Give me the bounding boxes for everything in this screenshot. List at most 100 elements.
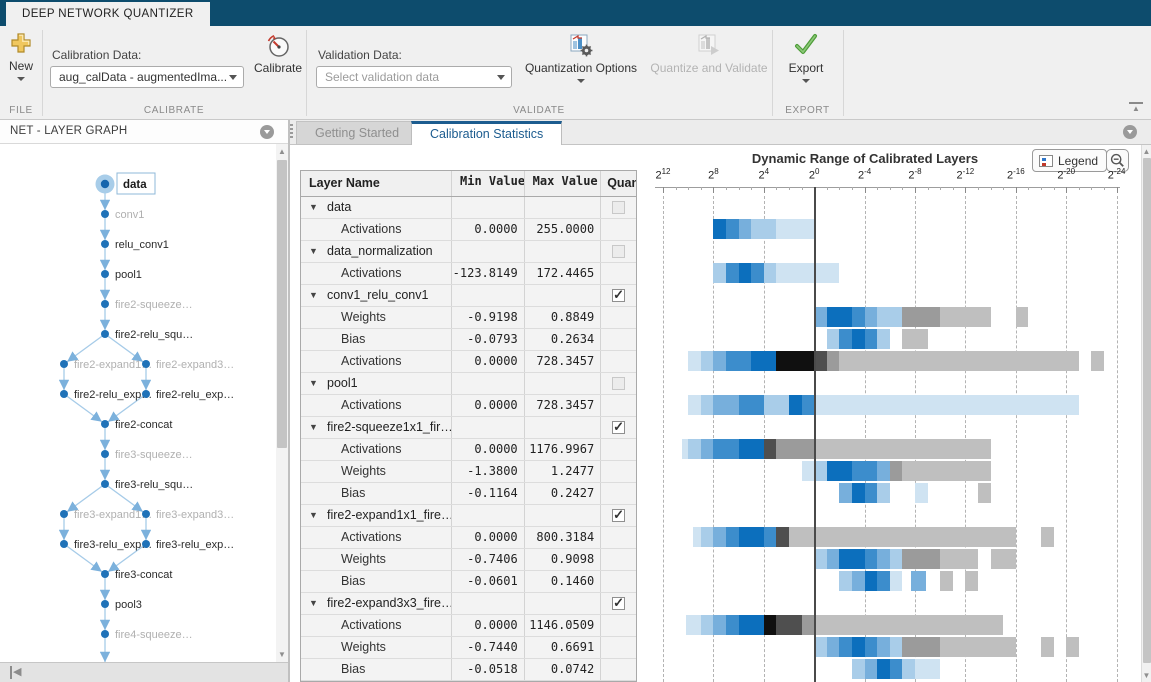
- export-dropdown-arrow-icon[interactable]: [802, 79, 810, 83]
- scroll-up-icon[interactable]: ▲: [1142, 147, 1151, 156]
- graph-node-fire3-relu-squ-[interactable]: fire3-relu_squ…: [101, 479, 193, 491]
- axis-tick: [826, 187, 828, 190]
- table-row[interactable]: Activations 0.0000 728.3457: [301, 351, 636, 373]
- scrollbar-thumb[interactable]: [277, 160, 287, 448]
- range-bar-segment: [990, 549, 1016, 569]
- range-bar-segment: [700, 395, 714, 415]
- quantize-checkbox[interactable]: [612, 595, 626, 611]
- table-row[interactable]: Activations 0.0000 255.0000: [301, 219, 636, 241]
- min-value-cell: 0.0000: [452, 439, 525, 460]
- graph-node-fire2-expand3-[interactable]: fire2-expand3…: [142, 359, 234, 371]
- row-expander-icon[interactable]: ▼: [309, 593, 327, 614]
- table-row[interactable]: ▼ pool1: [301, 373, 636, 395]
- scrollbar-thumb[interactable]: [1143, 158, 1151, 663]
- table-row[interactable]: Weights -1.3800 1.2477: [301, 461, 636, 483]
- row-expander-icon[interactable]: ▼: [309, 241, 327, 262]
- quantize-and-validate-button: Quantize and Validate: [645, 32, 773, 75]
- table-row[interactable]: Activations 0.0000 1146.0509: [301, 615, 636, 637]
- table-row[interactable]: Bias -0.0793 0.2634: [301, 329, 636, 351]
- row-expander-icon[interactable]: ▼: [309, 285, 327, 306]
- splitter-grip[interactable]: [290, 124, 293, 140]
- validation-data-combo[interactable]: Select validation data: [316, 66, 512, 88]
- graph-node-fire3-concat[interactable]: fire3-concat: [101, 569, 172, 581]
- chart-vertical-scrollbar[interactable]: ▲ ▼: [1141, 145, 1151, 682]
- table-row[interactable]: Bias -0.0601 0.1460: [301, 571, 636, 593]
- range-bar-segment: [738, 219, 752, 239]
- table-row[interactable]: ▼ data_normalization: [301, 241, 636, 263]
- table-row[interactable]: Activations 0.0000 728.3457: [301, 395, 636, 417]
- calibrate-button[interactable]: Calibrate: [250, 32, 306, 75]
- ribbon-tab-deep-network-quantizer[interactable]: DEEP NETWORK QUANTIZER: [6, 2, 210, 26]
- document-menu-icon[interactable]: [1123, 125, 1137, 139]
- calibration-data-combo[interactable]: aug_calData - augmentedIma...: [50, 66, 244, 88]
- range-bar-segment: [751, 351, 777, 371]
- column-header-min-value[interactable]: Min Value: [452, 171, 525, 196]
- network-layer-graph[interactable]: data conv1 relu_conv1 pool1 fire2-squeeze… fi…: [0, 144, 276, 662]
- graph-node-fire2-squeeze-[interactable]: fire2-squeeze…: [101, 299, 193, 311]
- layer-name-label: conv1_relu_conv1: [327, 288, 429, 302]
- new-dropdown-arrow-icon[interactable]: [17, 77, 25, 81]
- graph-node-fire3-relu-exp-[interactable]: fire3-relu_exp…: [142, 539, 234, 551]
- min-value-cell: 0.0000: [452, 527, 525, 548]
- table-row[interactable]: Weights -0.9198 0.8849: [301, 307, 636, 329]
- new-button[interactable]: New: [2, 32, 40, 81]
- table-row[interactable]: Activations 0.0000 1176.9967: [301, 439, 636, 461]
- tab-getting-started[interactable]: Getting Started: [296, 121, 419, 145]
- column-header-layer-name[interactable]: Layer Name: [301, 171, 453, 196]
- table-row[interactable]: Activations 0.0000 800.3184: [301, 527, 636, 549]
- tensor-name-label: Activations: [341, 222, 402, 236]
- collapse-ribbon-icon[interactable]: ▲: [1129, 102, 1143, 113]
- table-row[interactable]: Bias -0.0518 0.0742: [301, 659, 636, 681]
- quantize-checkbox[interactable]: [612, 419, 626, 435]
- tab-calibration-statistics[interactable]: Calibration Statistics: [411, 121, 563, 145]
- graph-node-conv1[interactable]: conv1: [101, 209, 144, 221]
- graph-horizontal-scrollbar[interactable]: ◀: [0, 662, 288, 682]
- graph-node-fire3-expand1-[interactable]: fire3-expand1…: [60, 509, 152, 521]
- row-expander-icon[interactable]: ▼: [309, 417, 327, 438]
- graph-node-fire2-expand1-[interactable]: fire2-expand1…: [60, 359, 152, 371]
- row-expander-icon[interactable]: ▼: [309, 373, 327, 394]
- quantization-options-button[interactable]: Quantization Options: [520, 32, 642, 83]
- quantize-checkbox[interactable]: [612, 287, 626, 303]
- graph-node-fire3-relu-exp-[interactable]: fire3-relu_exp…: [60, 539, 152, 551]
- table-row[interactable]: Bias -0.1164 0.2427: [301, 483, 636, 505]
- graph-node-pool3[interactable]: pool3: [101, 599, 142, 611]
- graph-node-data[interactable]: data: [95, 172, 156, 195]
- max-value-cell: 0.2634: [525, 329, 602, 350]
- column-header-max-value[interactable]: Max Value: [525, 171, 602, 196]
- row-expander-icon[interactable]: ▼: [309, 197, 327, 218]
- collapse-panel-icon[interactable]: ◀: [10, 666, 21, 679]
- range-bar-segment: [852, 483, 865, 503]
- range-bar-segment: [713, 615, 726, 635]
- quantization-options-dropdown-arrow-icon[interactable]: [577, 79, 585, 83]
- graph-vertical-scrollbar[interactable]: ▲ ▼: [276, 144, 288, 662]
- table-row[interactable]: ▼ fire2-expand1x1_fire…: [301, 505, 636, 527]
- graph-node-fire3-expand3-[interactable]: fire3-expand3…: [142, 509, 234, 521]
- dynamic-range-chart[interactable]: 212 28 24 20 2-4 2-8 2-12 2-16 2-20 2-24: [645, 145, 1141, 682]
- graph-node-relu-conv1[interactable]: relu_conv1: [101, 239, 169, 251]
- range-bar-segment: [877, 307, 903, 327]
- graph-node-fire2-relu-exp-[interactable]: fire2-relu_exp…: [142, 389, 234, 401]
- graph-node-fire3-squeeze-[interactable]: fire3-squeeze…: [101, 449, 193, 461]
- graph-node-fire2-concat[interactable]: fire2-concat: [101, 419, 172, 431]
- table-row[interactable]: ▼ fire2-expand3x3_fire…: [301, 593, 636, 615]
- graph-node-pool1[interactable]: pool1: [101, 269, 142, 281]
- row-expander-icon[interactable]: ▼: [309, 505, 327, 526]
- axis-tick: [990, 187, 992, 190]
- table-row[interactable]: Activations -123.8149 172.4465: [301, 263, 636, 285]
- export-button[interactable]: Export: [778, 32, 834, 83]
- table-row[interactable]: ▼ fire2-squeeze1x1_fir…: [301, 417, 636, 439]
- table-row[interactable]: ▼ data: [301, 197, 636, 219]
- scroll-down-icon[interactable]: ▼: [1142, 671, 1151, 680]
- quantize-checkbox[interactable]: [612, 507, 626, 523]
- scroll-down-icon[interactable]: ▼: [276, 650, 288, 659]
- table-row[interactable]: Weights -0.7440 0.6691: [301, 637, 636, 659]
- table-row[interactable]: Weights -0.7406 0.9098: [301, 549, 636, 571]
- graph-node-fire2-relu-squ-[interactable]: fire2-relu_squ…: [101, 329, 193, 341]
- table-row[interactable]: ▼ conv1_relu_conv1: [301, 285, 636, 307]
- graph-node-fire4-squeeze-[interactable]: fire4-squeeze…: [101, 629, 193, 641]
- graph-node-fire2-relu-exp-[interactable]: fire2-relu_exp…: [60, 389, 152, 401]
- panel-menu-icon[interactable]: [260, 125, 274, 139]
- column-header-quantize[interactable]: Quant: [601, 171, 636, 196]
- scroll-up-icon[interactable]: ▲: [276, 147, 288, 156]
